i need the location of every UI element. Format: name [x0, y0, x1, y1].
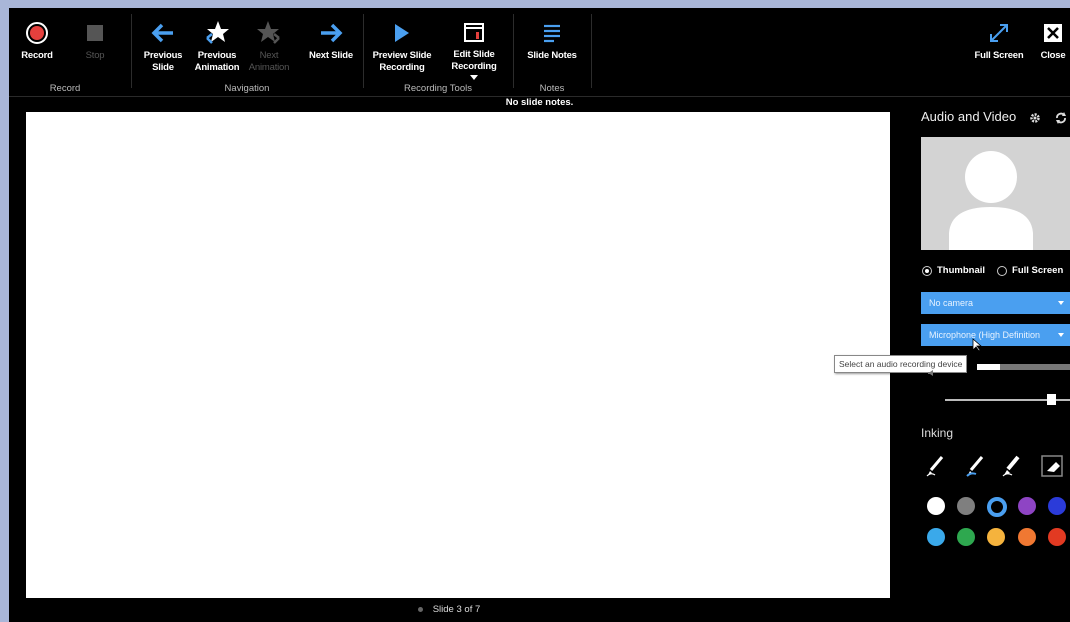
star-back-icon — [202, 18, 232, 48]
microphone-select-value: Microphone (High Definition — [929, 330, 1041, 340]
volume-slider-thumb[interactable] — [1047, 394, 1057, 405]
previous-animation-button[interactable]: Previous Animation — [189, 12, 245, 80]
slide-indicator: Slide 3 of 7 — [432, 604, 481, 615]
expand-icon — [984, 18, 1014, 48]
full-screen-radio[interactable] — [997, 265, 1008, 276]
highlighter-tool-icon[interactable] — [999, 453, 1025, 479]
speaker-icon — [928, 370, 933, 376]
ink-color-swatch[interactable] — [957, 528, 975, 546]
slide-notes-text: No slide notes. — [505, 97, 574, 108]
next-slide-button[interactable]: Next Slide — [305, 12, 357, 80]
edit-slide-recording-button[interactable]: Edit Slide Recording — [443, 12, 505, 80]
stop-icon — [80, 18, 110, 48]
slide-notes-button[interactable]: Slide Notes — [523, 12, 581, 80]
person-placeholder-icon — [949, 151, 1033, 250]
separator — [131, 14, 132, 88]
preview-slide-recording-button[interactable]: Preview Slide Recording — [369, 12, 435, 80]
separator — [591, 14, 592, 88]
next-animation-button[interactable]: Next Animation — [241, 12, 297, 80]
camera-select-value: No camera — [929, 298, 974, 308]
ink-color-swatch[interactable] — [1048, 497, 1066, 515]
inking-title: Inking — [921, 426, 954, 440]
camera-select[interactable]: No camera — [921, 292, 1070, 314]
separator — [513, 14, 514, 88]
settings-gear-icon[interactable] — [1029, 112, 1041, 124]
separator — [363, 14, 364, 88]
full-screen-button[interactable]: Full Screen — [973, 12, 1025, 80]
ink-color-swatch[interactable] — [1018, 497, 1036, 515]
group-label-navigation: Navigation — [224, 83, 270, 94]
close-button[interactable]: Close — [1035, 12, 1070, 80]
status-dot-icon — [417, 606, 423, 612]
pen-tool-icon[interactable] — [923, 453, 949, 479]
camera-view-options: Thumbnail Full Screen — [922, 265, 1063, 276]
ink-color-swatch[interactable] — [957, 497, 975, 515]
thumbnail-radio[interactable] — [922, 265, 932, 276]
ink-color-swatch[interactable] — [1018, 528, 1036, 546]
refresh-icon[interactable] — [1055, 112, 1067, 124]
play-icon — [387, 18, 417, 48]
pen-blue-tool-icon[interactable] — [963, 453, 989, 479]
previous-slide-button[interactable]: Previous Slide — [139, 12, 187, 80]
full-screen-radio-label: Full Screen — [1012, 265, 1064, 276]
arrow-right-icon — [316, 18, 346, 48]
arrow-left-icon — [148, 18, 178, 48]
record-button[interactable]: Record — [13, 12, 61, 80]
group-label-record: Record — [49, 83, 81, 94]
ribbon: Record Stop Record Previous Slide Previo… — [9, 8, 1070, 97]
close-icon — [1038, 18, 1068, 48]
ink-color-swatch[interactable] — [927, 528, 945, 546]
ink-color-swatch[interactable] — [987, 528, 1005, 546]
notes-icon — [537, 18, 567, 48]
slide-canvas[interactable] — [26, 112, 890, 598]
ink-color-swatch[interactable] — [1048, 528, 1066, 546]
stop-button[interactable]: Stop — [75, 12, 115, 80]
dropdown-caret-icon — [470, 75, 478, 80]
audio-level-fill — [977, 364, 1001, 370]
thumbnail-radio-label: Thumbnail — [937, 265, 986, 276]
group-label-recording-tools: Recording Tools — [404, 83, 472, 94]
tooltip: Select an audio recording device — [834, 355, 968, 373]
app-window: Record Stop Record Previous Slide Previo… — [9, 8, 1070, 622]
slide-status-bar: Slide 3 of 7 — [9, 604, 889, 615]
chevron-down-icon — [1058, 301, 1064, 305]
ink-color-swatch[interactable] — [987, 497, 1007, 517]
ink-color-swatch[interactable] — [927, 497, 945, 515]
microphone-select[interactable]: Microphone (High Definition — [921, 324, 1070, 346]
eraser-tool-icon[interactable] — [1039, 453, 1065, 479]
group-label-notes: Notes — [539, 83, 565, 94]
edit-recording-icon — [459, 18, 489, 47]
chevron-down-icon — [1058, 333, 1064, 337]
audio-video-title: Audio and Video — [921, 109, 1017, 124]
camera-preview — [921, 137, 1070, 250]
audio-level-meter — [977, 364, 1070, 370]
star-forward-icon — [254, 18, 284, 48]
record-icon — [22, 18, 52, 48]
mouse-cursor-icon — [972, 338, 982, 352]
